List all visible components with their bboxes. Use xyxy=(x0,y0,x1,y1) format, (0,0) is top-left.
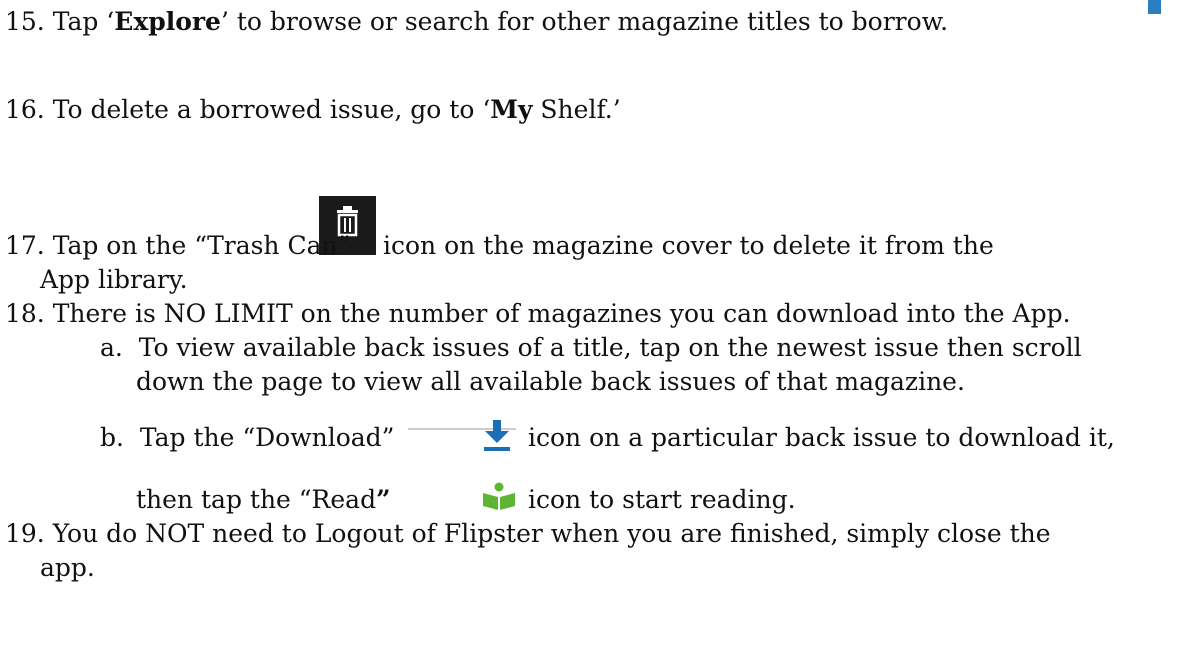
read-book-icon xyxy=(481,482,517,511)
step-text: Tap on the “Trash Can” xyxy=(52,231,351,260)
step-text: There is NO LIMIT on the number of magaz… xyxy=(52,299,1071,328)
step-text: app. xyxy=(40,553,95,582)
my-shelf-label: My xyxy=(490,95,533,124)
step-15: 15. Tap ‘Explore’ to browse or search fo… xyxy=(5,6,948,37)
step-17-line2: App library. xyxy=(40,264,188,295)
step-text: ” xyxy=(376,485,391,514)
step-18b-line2-continued: icon to start reading. xyxy=(528,484,796,515)
step-text: App library. xyxy=(40,265,188,294)
step-number: 16. xyxy=(5,95,45,124)
step-19: 19. You do NOT need to Logout of Flipste… xyxy=(5,518,1051,549)
step-18b-line2: then tap the “Read” xyxy=(136,484,390,515)
step-text: then tap the “Read xyxy=(136,485,377,514)
step-18a-line2: down the page to view all available back… xyxy=(136,366,965,397)
step-text: icon on the magazine cover to delete it … xyxy=(383,231,994,260)
step-text: Tap the “Download” xyxy=(139,423,395,452)
step-18b-continued: icon on a particular back issue to downl… xyxy=(528,422,1115,453)
sub-step-label: b. xyxy=(100,423,124,452)
step-18b: b. Tap the “Download” xyxy=(100,422,394,453)
explore-label: Explore xyxy=(114,7,221,36)
step-number: 17. xyxy=(5,231,45,260)
download-icon xyxy=(482,418,512,452)
step-text: icon to start reading. xyxy=(528,485,796,514)
step-text: ’ to browse or search for other magazine… xyxy=(220,7,949,36)
step-text: Tap ‘ xyxy=(52,7,115,36)
corner-image-fragment xyxy=(1148,0,1161,14)
step-18a: a. To view available back issues of a ti… xyxy=(100,332,1082,363)
step-text: You do NOT need to Logout of Flipster wh… xyxy=(52,519,1051,548)
step-17: 17. Tap on the “Trash Can” xyxy=(5,230,350,261)
step-text: icon on a particular back issue to downl… xyxy=(528,423,1115,452)
step-text: To delete a borrowed issue, go to ‘ xyxy=(52,95,491,124)
step-17-continued: icon on the magazine cover to delete it … xyxy=(383,230,994,261)
step-16: 16. To delete a borrowed issue, go to ‘M… xyxy=(5,94,621,125)
step-19-line2: app. xyxy=(40,552,95,583)
step-text: To view available back issues of a title… xyxy=(138,333,1082,362)
sub-step-label: a. xyxy=(100,333,123,362)
step-number: 18. xyxy=(5,299,45,328)
step-text: Shelf.’ xyxy=(532,95,621,124)
step-text: down the page to view all available back… xyxy=(136,367,965,396)
step-18: 18. There is NO LIMIT on the number of m… xyxy=(5,298,1071,329)
step-number: 19. xyxy=(5,519,45,548)
step-number: 15. xyxy=(5,7,45,36)
